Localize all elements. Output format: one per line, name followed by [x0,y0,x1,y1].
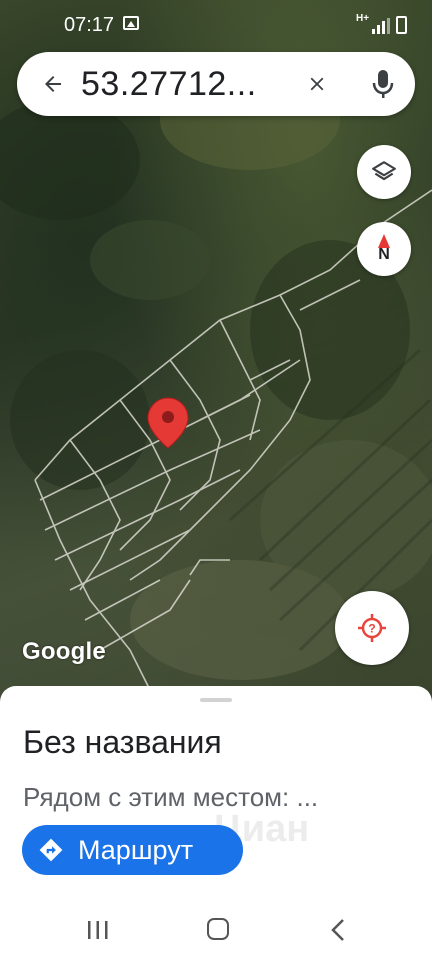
my-location-icon: ? [358,614,386,642]
my-location-button[interactable]: ? [335,591,409,665]
location-marker[interactable] [147,397,189,449]
layers-button[interactable] [357,145,411,199]
close-icon[interactable] [301,68,333,100]
svg-text:?: ? [368,622,375,636]
system-nav-bar [0,890,432,960]
recent-apps-icon[interactable] [87,920,109,940]
route-label: Маршрут [78,834,194,865]
drag-handle[interactable] [200,698,232,702]
home-icon[interactable] [207,918,229,940]
place-title: Без названия [23,724,222,760]
google-logo: Google [22,638,106,665]
network-icon: H+ [356,13,370,24]
battery-icon [396,16,407,34]
layers-icon [372,161,396,181]
route-button[interactable]: Маршрут [22,825,243,875]
image-icon [123,16,139,30]
compass-label: N [378,246,390,263]
search-bar[interactable]: 53.27712... [17,52,415,116]
back-arrow-icon[interactable] [37,68,69,100]
compass-button[interactable]: N [357,222,411,276]
status-bar: 07:17 H+ [0,0,432,52]
directions-icon [38,837,64,863]
status-time: 07:17 [64,14,115,36]
search-query[interactable]: 53.27712... [81,65,257,104]
back-icon[interactable] [330,918,346,942]
signal-icon [372,18,390,34]
mic-icon[interactable] [367,66,399,102]
